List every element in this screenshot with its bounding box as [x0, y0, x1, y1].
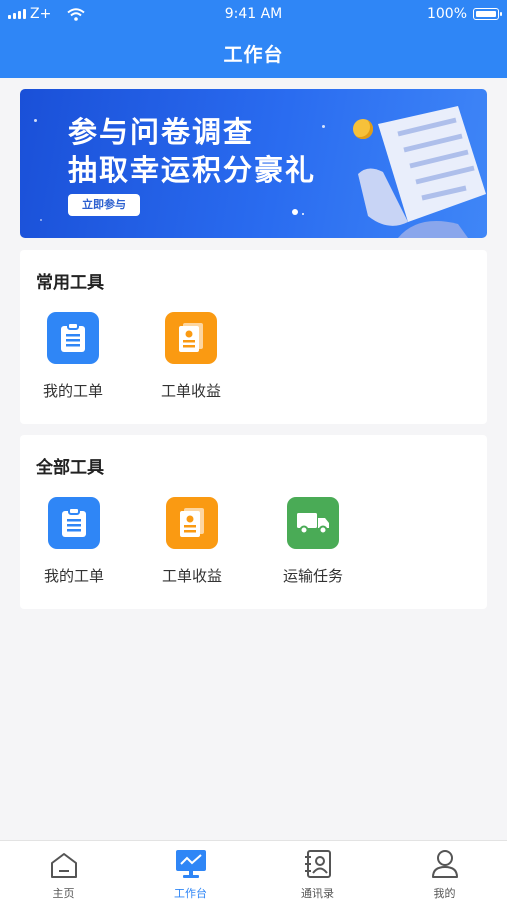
tool-label: 工单收益 — [161, 567, 222, 585]
tab-label: 通讯录 — [301, 887, 334, 900]
bottom-tab-bar: 主页 工作台 通讯录 我的 — [0, 840, 507, 901]
tool-work-order-income[interactable]: 工单收益 — [147, 497, 237, 586]
clipboard-icon — [48, 497, 100, 549]
tool-transport-task[interactable]: 运输任务 — [268, 497, 358, 586]
document-icon — [165, 312, 217, 364]
tool-label: 我的工单 — [43, 567, 104, 585]
tab-label: 我的 — [433, 887, 456, 900]
banner-subheadline: 抽取幸运积分豪礼 — [68, 153, 317, 187]
tab-home[interactable]: 主页 — [0, 841, 127, 901]
status-bar: Z+ 9:41 AM 100% — [0, 0, 507, 28]
user-icon — [431, 850, 458, 878]
all-tools-title: 全部工具 — [36, 458, 104, 478]
battery-icon — [473, 8, 502, 20]
tool-my-work-order[interactable]: 我的工单 — [28, 312, 118, 401]
tool-label: 我的工单 — [42, 382, 103, 400]
tab-label: 主页 — [52, 887, 75, 900]
tab-label: 工作台 — [174, 887, 207, 900]
tool-my-work-order[interactable]: 我的工单 — [29, 497, 119, 586]
workbench-icon — [175, 850, 206, 878]
survey-banner[interactable]: 参与问卷调查 抽取幸运积分豪礼 立即参与 — [20, 89, 487, 238]
tool-work-order-income[interactable]: 工单收益 — [146, 312, 236, 401]
banner-headline: 参与问卷调查 — [68, 115, 255, 149]
all-tools-card: 全部工具 我的工单 工单收益 运输任务 — [20, 435, 487, 609]
truck-icon — [287, 497, 339, 549]
tab-workbench[interactable]: 工作台 — [127, 841, 254, 901]
clipboard-icon — [47, 312, 99, 364]
home-icon — [50, 853, 77, 878]
document-icon — [166, 497, 218, 549]
survey-paper-illustration — [358, 106, 486, 238]
tool-label: 运输任务 — [282, 567, 343, 585]
tool-label: 工单收益 — [160, 382, 221, 400]
tab-mine[interactable]: 我的 — [381, 841, 507, 901]
battery-area: 100% — [426, 6, 502, 22]
page-title: 工作台 — [223, 44, 284, 66]
app-header: Z+ 9:41 AM 100% 工作台 — [0, 0, 507, 78]
tab-contacts[interactable]: 通讯录 — [254, 841, 381, 901]
common-tools-title: 常用工具 — [36, 273, 104, 293]
join-survey-button[interactable]: 立即参与 — [68, 194, 140, 216]
battery-label: 100% — [426, 6, 467, 22]
common-tools-card: 常用工具 我的工单 工单收益 — [20, 250, 487, 424]
contacts-icon — [304, 850, 331, 878]
